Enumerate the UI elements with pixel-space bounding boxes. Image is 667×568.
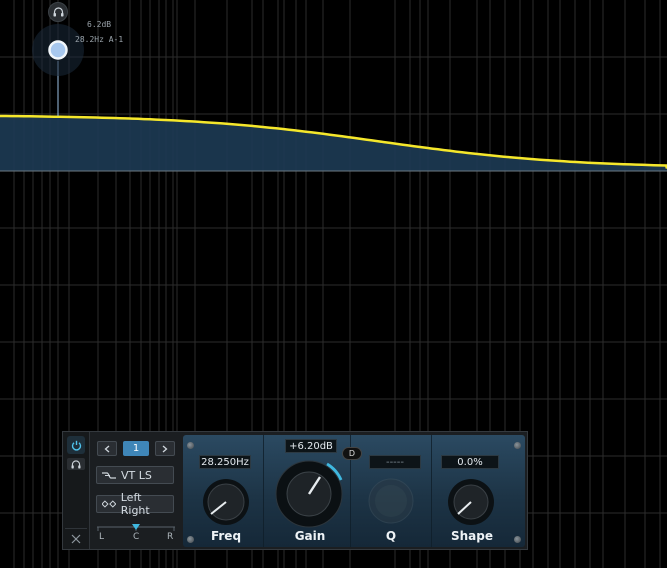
channel-mode-label: Left Right xyxy=(120,491,150,517)
freq-knob[interactable] xyxy=(203,479,249,525)
channel-mode-selector[interactable]: Left Right xyxy=(96,491,174,517)
pan-center-label: C xyxy=(133,532,140,542)
band-side-column xyxy=(63,432,90,549)
band-close-button[interactable] xyxy=(65,528,87,549)
band-solo-button[interactable] xyxy=(67,458,85,470)
shape-label: Shape xyxy=(450,529,493,543)
solo-headphone-button[interactable] xyxy=(48,2,68,22)
q-knob[interactable] xyxy=(368,478,414,524)
band-1-node[interactable] xyxy=(48,40,68,60)
band-power-button[interactable] xyxy=(67,436,85,454)
filter-type-selector[interactable]: VT LS xyxy=(96,466,174,484)
pan-slider[interactable]: L C R xyxy=(97,524,175,546)
knob-section: 28.250Hz +6.20dB D ----- 0.0% Freq Gain … xyxy=(183,435,525,547)
band-number[interactable]: 1 xyxy=(123,441,149,456)
gain-label: Gain xyxy=(294,529,326,543)
filter-type-label: VT LS xyxy=(121,468,152,482)
headphone-icon xyxy=(71,459,81,469)
q-label: Q xyxy=(385,529,397,543)
next-band-button[interactable] xyxy=(155,441,175,456)
low-shelf-icon xyxy=(102,471,116,479)
freq-label: Freq xyxy=(210,529,242,543)
pan-track xyxy=(97,524,175,531)
gain-knob[interactable] xyxy=(275,460,343,528)
headphone-icon xyxy=(53,7,63,17)
close-icon xyxy=(71,534,81,544)
power-icon xyxy=(71,440,81,451)
shape-knob[interactable] xyxy=(448,479,494,525)
pan-left-label: L xyxy=(99,532,105,542)
chevron-left-icon xyxy=(104,445,110,452)
chevron-right-icon xyxy=(162,445,168,452)
pan-right-label: R xyxy=(167,532,174,542)
node-frequency-readout: 28.2Hz A-1 xyxy=(75,35,124,44)
node-gain-readout: 6.2dB xyxy=(87,20,112,29)
band-panel: 1 VT LS Left Right L C R 28.250Hz +6.20d… xyxy=(62,431,528,550)
stereo-links-icon xyxy=(102,500,116,508)
previous-band-button[interactable] xyxy=(97,441,117,456)
eq-curve-fill xyxy=(0,116,667,171)
